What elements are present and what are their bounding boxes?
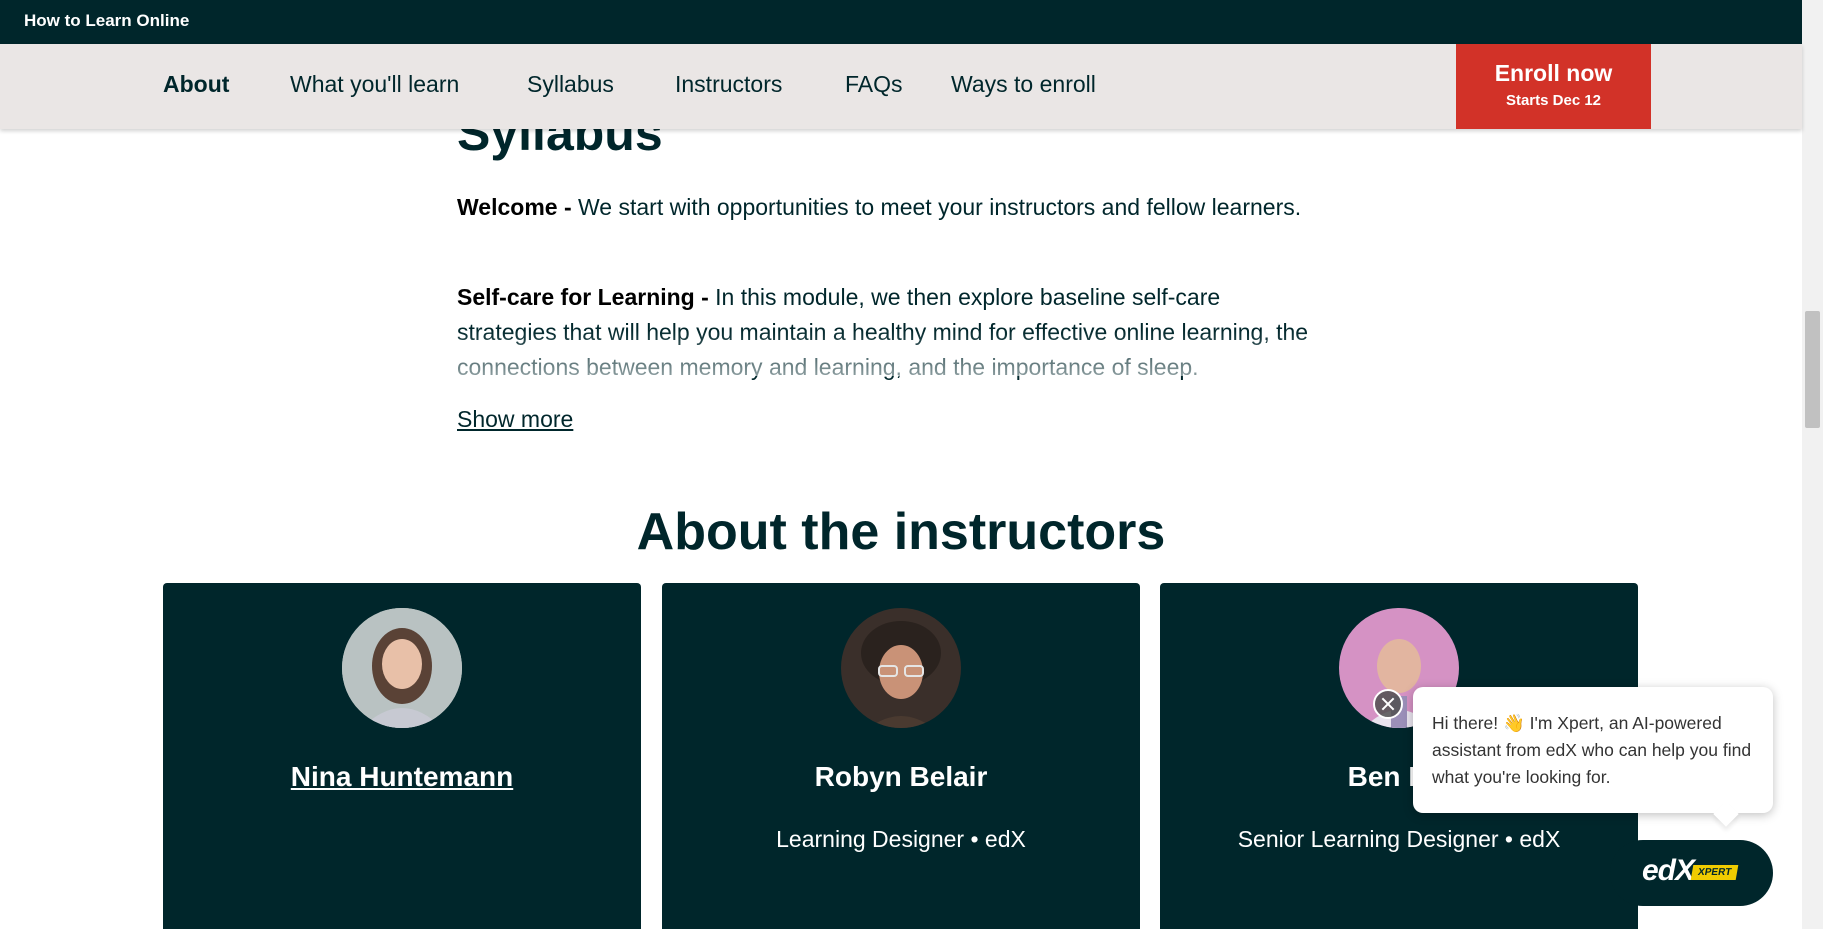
syllabus-item-title: Welcome - <box>457 194 578 220</box>
enroll-label: Enroll now <box>1494 60 1613 86</box>
close-icon[interactable] <box>1373 689 1403 719</box>
xpert-chat-bubble: Hi there! 👋 I'm Xpert, an AI-powered ass… <box>1413 687 1773 827</box>
show-more-link[interactable]: Show more <box>457 406 573 433</box>
top-bar: How to Learn Online <box>0 0 1802 44</box>
xpert-greeting: Hi there! 👋 I'm Xpert, an AI-powered ass… <box>1432 713 1752 787</box>
syllabus-item-text: We start with opportunities to meet your… <box>578 194 1302 220</box>
instructor-role: Senior Learning Designer • edX <box>1237 826 1561 852</box>
nav-ways-to-enroll[interactable]: Ways to enroll <box>951 71 1096 98</box>
scrollbar-thumb[interactable] <box>1805 311 1820 428</box>
nav-faqs[interactable]: FAQs <box>845 71 903 98</box>
syllabus-item-welcome: Welcome - We start with opportunities to… <box>457 190 1317 225</box>
enroll-now-button[interactable]: Enroll now Starts Dec 12 <box>1456 44 1651 129</box>
instructor-card: Robyn Belair Learning Designer • edX <box>662 583 1140 929</box>
nav-about[interactable]: About <box>163 71 229 98</box>
enroll-start-date: Starts Dec 12 <box>1505 92 1602 109</box>
instructor-card: Nina Huntemann <box>163 583 641 929</box>
xpert-badge: XPERT <box>1690 865 1739 880</box>
edx-logo: edX <box>1642 854 1695 887</box>
instructors-heading: About the instructors <box>636 503 1166 561</box>
syllabus-item-title: Self-care for Learning - <box>457 284 716 310</box>
text-fade-overlay <box>440 330 1340 376</box>
xpert-launcher-button[interactable]: edX XPERT <box>1610 840 1773 906</box>
avatar <box>342 608 462 728</box>
nav-instructors[interactable]: Instructors <box>675 71 782 98</box>
instructor-role: Learning Designer • edX <box>776 826 1026 852</box>
course-title: How to Learn Online <box>24 11 190 30</box>
avatar <box>841 608 961 728</box>
page-scrollbar[interactable] <box>1802 0 1823 929</box>
nav-what-youll-learn[interactable]: What you'll learn <box>290 71 459 98</box>
instructor-name[interactable]: Nina Huntemann <box>163 761 641 793</box>
nav-syllabus[interactable]: Syllabus <box>527 71 614 98</box>
section-nav: About What you'll learn Syllabus Instruc… <box>0 44 1802 129</box>
instructor-name: Robyn Belair <box>814 761 988 792</box>
